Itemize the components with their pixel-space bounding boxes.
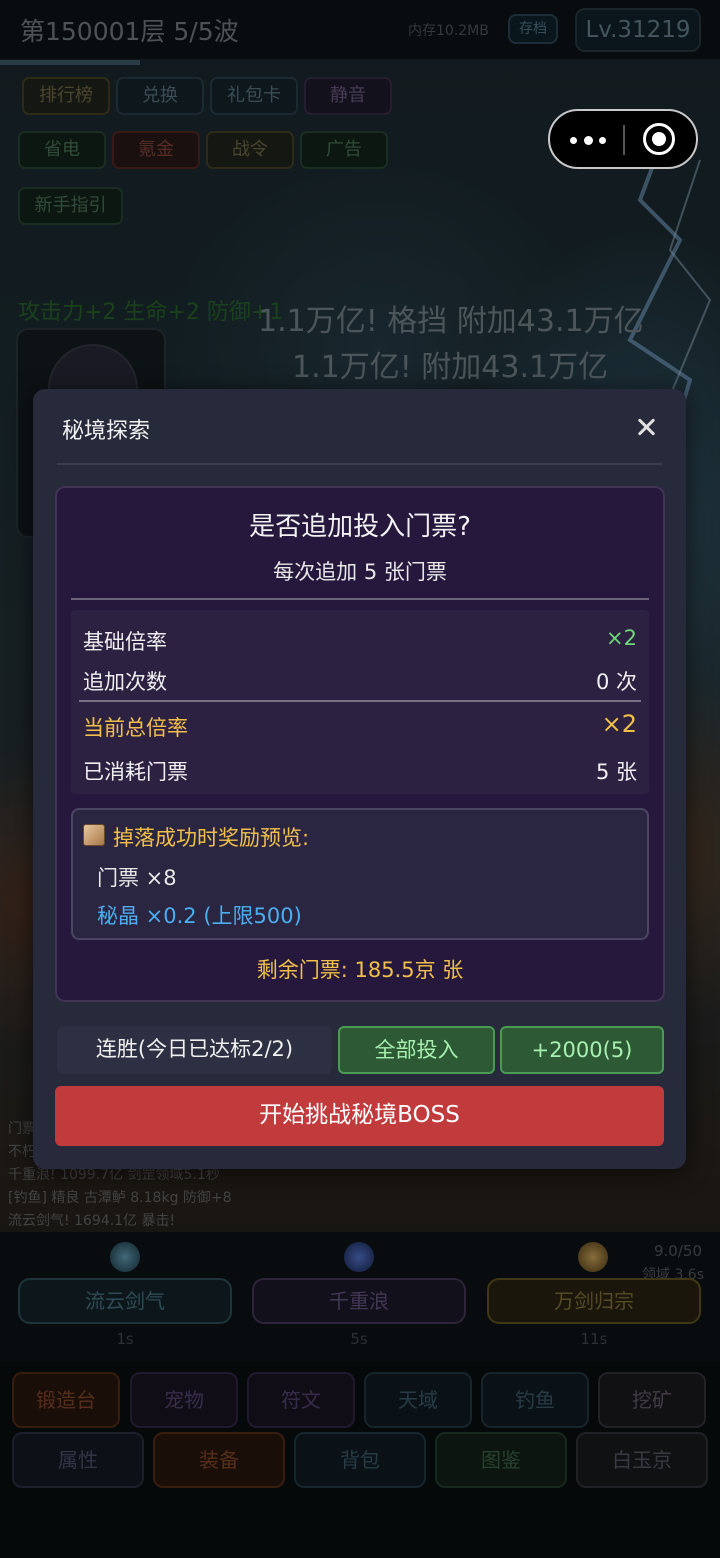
stats-box: 基础倍率 ×2 追加次数 0 次 当前总倍率 ×2 已消耗门票 5 张 [71,610,649,794]
dialog-title: 秘境探索 [62,419,151,444]
question-text: 是否追加投入门票? [249,512,471,542]
reward-crystal: 秘晶 ×0.2 (上限500) [97,904,302,928]
add-tickets-button[interactable]: +2000(5) [500,1026,664,1074]
total-rate-value: ×2 [601,710,637,738]
all-in-button[interactable]: 全部投入 [338,1026,495,1074]
close-icon[interactable] [631,413,661,443]
consumed-label: 已消耗门票 [83,760,188,784]
secret-realm-dialog: 秘境探索 是否追加投入门票? 每次追加 5 张门票 基础倍率 ×2 追加次数 0… [33,389,686,1169]
panel-divider [71,598,649,600]
win-streak-label: 连胜(今日已达标2/2) [57,1026,332,1074]
treasure-box-icon [83,824,105,846]
base-rate-value: ×2 [606,626,637,650]
title-divider [57,463,662,465]
total-rate-label: 当前总倍率 [83,716,188,740]
start-boss-button[interactable]: 开始挑战秘境BOSS [55,1086,664,1146]
more-icon[interactable] [568,125,608,155]
reward-ticket: 门票 ×8 [97,866,177,890]
miniprogram-capsule [548,109,698,169]
subtitle-text: 每次追加 5 张门票 [273,560,447,584]
reward-title: 掉落成功时奖励预览: [113,826,310,850]
base-rate-label: 基础倍率 [83,630,167,654]
reward-preview: 掉落成功时奖励预览: 门票 ×8 秘晶 ×0.2 (上限500) [71,808,649,940]
stats-divider [79,700,641,702]
ticket-panel: 是否追加投入门票? 每次追加 5 张门票 基础倍率 ×2 追加次数 0 次 当前… [55,486,665,1002]
remaining-tickets: 剩余门票: 185.5京 张 [256,958,464,982]
extra-count-value: 0 次 [595,670,637,694]
close-miniprogram-icon[interactable] [643,123,675,155]
extra-count-label: 追加次数 [83,670,167,694]
consumed-value: 5 张 [595,760,637,784]
